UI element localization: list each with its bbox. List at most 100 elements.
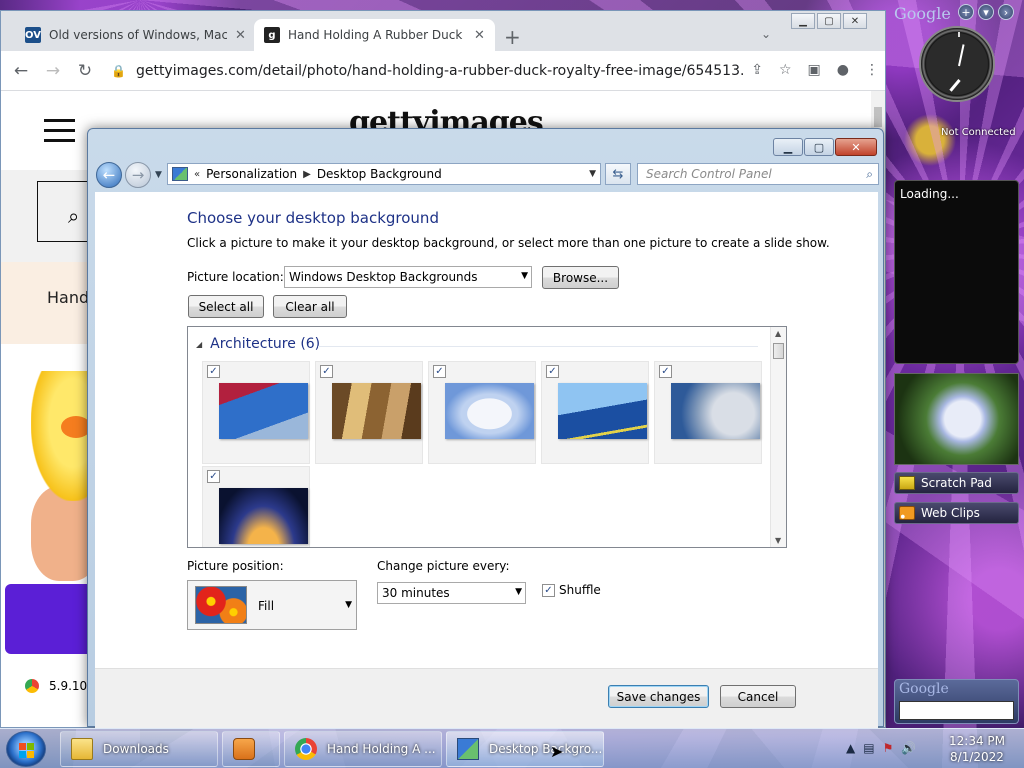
getty-favicon-icon: g <box>264 27 280 43</box>
share-icon[interactable]: ⇪ <box>751 62 763 78</box>
taskbar-item-desktop-background[interactable]: Desktop Backgro... <box>446 731 604 767</box>
scroll-thumb[interactable] <box>773 343 784 359</box>
scroll-up-icon[interactable]: ▲ <box>775 329 781 338</box>
dropdown-arrow-icon: ▼ <box>521 271 528 281</box>
change-picture-label: Change picture every: <box>377 559 510 573</box>
close-icon[interactable]: ✕ <box>835 138 877 156</box>
photo-title-text: Hand <box>47 288 90 307</box>
picture-position-label: Picture position: <box>187 559 284 573</box>
thumbnail-checkbox[interactable]: ✓ <box>207 470 220 483</box>
wallpaper-thumbnail[interactable]: ✓ <box>202 361 310 464</box>
profile-icon[interactable]: ● <box>837 62 849 78</box>
shuffle-checkbox[interactable]: ✓ <box>542 583 555 597</box>
address-dropdown-icon[interactable]: ▼ <box>589 169 596 179</box>
sidebar-menu-icon[interactable]: ▾ <box>978 4 994 20</box>
network-icon[interactable]: ▤ <box>863 741 874 755</box>
reload-icon[interactable]: ↻ <box>73 61 97 81</box>
maximize-icon[interactable]: ▢ <box>817 13 841 29</box>
browser-tab-strip: OV Old versions of Windows, Mac an ✕ g H… <box>1 11 885 51</box>
group-header-architecture[interactable]: ◢ Architecture (6) <box>196 336 320 352</box>
not-connected-status: Not Connected <box>941 127 1016 138</box>
breadcrumb-separator-icon[interactable]: ▶ <box>303 169 311 180</box>
control-panel-icon <box>457 738 479 760</box>
change-picture-interval-select[interactable]: 30 minutes ▼ <box>377 582 526 604</box>
taskbar-item-media-player[interactable] <box>222 731 280 767</box>
thumbnail-checkbox[interactable]: ✓ <box>433 365 446 378</box>
forward-arrow-icon[interactable]: → <box>41 61 65 81</box>
wallpaper-image <box>219 488 308 544</box>
wallpaper-thumbnail[interactable]: ✓ <box>428 361 536 464</box>
close-icon[interactable]: ✕ <box>843 13 867 29</box>
taskbar-item-chrome[interactable]: Hand Holding A ... <box>284 731 442 767</box>
wallpaper-thumbnail[interactable]: ✓ <box>654 361 762 464</box>
scroll-down-icon[interactable]: ▼ <box>775 536 781 545</box>
scratch-pad-gadget[interactable]: Scratch Pad <box>894 472 1019 494</box>
add-gadget-plus-icon[interactable]: + <box>958 4 974 20</box>
cancel-button[interactable]: Cancel <box>720 685 796 708</box>
chrome-logo-icon <box>25 679 39 693</box>
back-arrow-icon[interactable]: ← <box>96 162 122 188</box>
sidepanel-icon[interactable]: ▣ <box>808 62 821 78</box>
wallpaper-thumbnail[interactable]: ✓ <box>541 361 649 464</box>
show-hidden-icons-icon[interactable]: ▲ <box>846 741 855 755</box>
tab-close-icon[interactable]: ✕ <box>235 28 246 43</box>
address-breadcrumb[interactable]: « Personalization ▶ Desktop Background ▼ <box>167 163 601 185</box>
select-all-button[interactable]: Select all <box>188 295 264 318</box>
new-tab-plus-icon[interactable]: + <box>504 25 521 49</box>
hamburger-menu-icon[interactable] <box>44 119 75 149</box>
wallpaper-thumbnail[interactable]: ✓ <box>315 361 423 464</box>
web-clips-gadget[interactable]: Web Clips <box>894 502 1019 524</box>
shuffle-label: Shuffle <box>559 583 601 597</box>
refresh-icon[interactable]: ⇆ <box>605 163 631 185</box>
scratch-pad-label: Scratch Pad <box>921 476 992 490</box>
thumbnail-checkbox[interactable]: ✓ <box>207 365 220 378</box>
sidebar-google-logo[interactable]: Google <box>894 4 951 23</box>
google-search-input[interactable] <box>899 701 1014 720</box>
volume-icon[interactable]: 🔊 <box>901 741 916 755</box>
tab-close-icon[interactable]: ✕ <box>474 28 485 43</box>
minimize-icon[interactable]: ▁ <box>773 138 803 156</box>
group-divider <box>318 346 758 347</box>
clear-all-button[interactable]: Clear all <box>273 295 347 318</box>
maximize-icon[interactable]: ▢ <box>804 138 834 156</box>
address-bar[interactable]: 🔒 gettyimages.com/detail/photo/hand-hold… <box>111 57 745 85</box>
recent-pages-chevron-icon[interactable]: ▼ <box>155 170 162 180</box>
picture-location-value: Windows Desktop Backgrounds <box>289 270 478 284</box>
taskbar-clock[interactable]: 12:34 PM 8/1/2022 <box>942 733 1012 765</box>
picture-location-select[interactable]: Windows Desktop Backgrounds ▼ <box>284 266 532 288</box>
thumbnail-checkbox[interactable]: ✓ <box>546 365 559 378</box>
save-changes-button[interactable]: Save changes <box>608 685 709 708</box>
browser-tab-getty[interactable]: g Hand Holding A Rubber Duck Ro ✕ <box>254 19 495 51</box>
wallpaper-image <box>671 383 760 439</box>
action-center-flag-icon[interactable]: ⚑ <box>883 741 894 755</box>
oldversion-favicon-icon: OV <box>25 27 41 43</box>
minimize-icon[interactable]: ▁ <box>791 13 815 29</box>
search-icon[interactable]: ⌕ <box>866 167 873 182</box>
overflow-chevron-icon[interactable]: « <box>194 169 200 180</box>
wallpaper-thumbnail[interactable]: ✓ <box>202 466 310 547</box>
browser-tab-old-versions[interactable]: OV Old versions of Windows, Mac an ✕ <box>15 19 256 51</box>
breadcrumb-desktop-background[interactable]: Desktop Background <box>317 167 442 181</box>
browser-toolbar-icons: ⇪ ☆ ▣ ● ⋮ <box>751 62 879 78</box>
taskbar-item-downloads[interactable]: Downloads <box>60 731 218 767</box>
browse-button[interactable]: Browse... <box>542 266 619 289</box>
tab-search-chevron-icon[interactable]: ⌄ <box>761 27 771 41</box>
next-icon[interactable]: › <box>998 4 1014 20</box>
gallery-scrollbar[interactable]: ▲ ▼ <box>770 327 786 547</box>
bookmark-star-icon[interactable]: ☆ <box>779 62 792 78</box>
picture-position-select[interactable]: Fill ▼ <box>187 580 357 630</box>
back-arrow-icon[interactable]: ← <box>9 61 33 81</box>
breadcrumb-personalization[interactable]: Personalization <box>206 167 297 181</box>
loading-gadget[interactable]: Loading... <box>894 180 1019 364</box>
search-control-panel-input[interactable]: Search Control Panel ⌕ <box>637 163 879 185</box>
start-button-windows-icon[interactable] <box>6 731 46 767</box>
shuffle-option[interactable]: ✓ Shuffle <box>542 583 601 597</box>
collapse-triangle-icon[interactable]: ◢ <box>196 340 202 349</box>
wallpaper-image <box>332 383 421 439</box>
clock-gadget[interactable] <box>919 26 995 102</box>
forward-arrow-icon[interactable]: → <box>125 162 151 188</box>
menu-kebab-icon[interactable]: ⋮ <box>865 62 879 78</box>
thumbnail-checkbox[interactable]: ✓ <box>320 365 333 378</box>
thumbnail-checkbox[interactable]: ✓ <box>659 365 672 378</box>
slideshow-gadget-photo[interactable] <box>894 373 1019 465</box>
